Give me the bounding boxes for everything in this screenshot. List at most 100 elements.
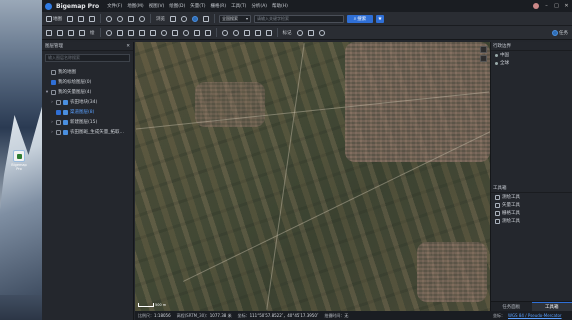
pin-tool-button[interactable] <box>105 28 113 37</box>
menu-view[interactable]: 视图(V) <box>149 3 165 9</box>
layer-visibility-checkbox[interactable] <box>51 79 56 85</box>
rectangle-icon <box>138 29 145 36</box>
layer-visibility-checkbox[interactable] <box>56 109 61 115</box>
minimize-icon[interactable]: – <box>544 3 549 9</box>
toolbox-item[interactable]: 测绘工具 <box>491 193 572 201</box>
image-tool-button[interactable] <box>204 28 212 37</box>
fullscreen-icon[interactable] <box>480 55 487 62</box>
layer-icon <box>63 129 68 135</box>
square-tool-button[interactable] <box>171 28 179 37</box>
chevron-right-icon[interactable]: › <box>50 120 54 125</box>
split-view-button[interactable] <box>169 14 177 23</box>
satellite-map[interactable]: 500 m <box>135 42 490 311</box>
chevron-right-icon[interactable]: › <box>50 100 54 105</box>
zoom-out-button[interactable] <box>116 14 124 23</box>
layer-visibility-checkbox[interactable] <box>51 89 56 95</box>
layer-visibility-checkbox[interactable] <box>56 129 61 135</box>
chevron-right-icon[interactable]: › <box>50 130 54 135</box>
mark-button[interactable]: 标记 <box>282 28 293 37</box>
delete-button[interactable] <box>265 28 273 37</box>
menu-analysis[interactable]: 分析(A) <box>251 3 267 9</box>
maximize-icon[interactable]: □ <box>554 3 559 9</box>
tab-toolbox[interactable]: 工具箱 <box>531 302 572 311</box>
redo-button[interactable] <box>232 28 240 37</box>
menu-file[interactable]: 文件(F) <box>107 3 122 9</box>
circle-tool-button[interactable] <box>160 28 168 37</box>
layer-tree-item[interactable]: ▾ 我的矢量图层(4) <box>45 87 130 97</box>
task-button[interactable]: 任务 <box>551 28 569 37</box>
measure-button[interactable] <box>127 14 135 23</box>
location-button[interactable] <box>138 14 146 23</box>
projection-link[interactable]: WGS 84 / Pseudo-Mercator <box>508 313 562 318</box>
close-icon[interactable]: ✕ <box>126 44 130 49</box>
circle-icon <box>160 29 167 36</box>
layer-tree-item[interactable]: › 新建图层(15) <box>45 117 130 127</box>
ellipse-tool-button[interactable] <box>182 28 190 37</box>
menu-help[interactable]: 帮助(H) <box>272 3 288 9</box>
layer-visibility-checkbox[interactable] <box>56 99 61 105</box>
download-button[interactable] <box>202 14 210 23</box>
map-button-label: 地图 <box>53 16 62 22</box>
globe-button[interactable] <box>191 14 199 23</box>
cursor-icon <box>57 29 63 36</box>
draw-label-button[interactable]: 绘 <box>89 28 96 37</box>
zoom-in-button[interactable] <box>105 14 113 23</box>
marker-button[interactable] <box>296 28 304 37</box>
settings-button[interactable] <box>318 28 326 37</box>
toolbox-item[interactable]: 栅格工具 <box>491 209 572 217</box>
layer-tree: 我的地图 我的标绘图层(0) ▾ 我的矢量图层(4) › 农田地块(34) 渠道图层(8) ›… <box>42 65 133 139</box>
toolbar-divider <box>214 14 215 23</box>
search-button-label: 搜索 <box>357 16 367 22</box>
select-tool-button[interactable] <box>56 28 64 37</box>
user-avatar[interactable] <box>533 3 539 9</box>
menu-map[interactable]: 地图(M) <box>127 3 143 9</box>
grid-tool-button[interactable] <box>77 14 85 23</box>
layer-tree-item[interactable]: › 农田地块(34) <box>45 97 130 107</box>
boundary-item-china[interactable]: 中国 <box>491 51 572 59</box>
menu-vector[interactable]: 矢量(T) <box>190 3 205 9</box>
close-icon[interactable]: ✕ <box>564 3 569 9</box>
layer-tree-item[interactable]: 渠道图层(8) <box>45 107 130 117</box>
layer-tree-item[interactable]: 我的地图 <box>45 67 130 77</box>
menu-draw[interactable]: 绘图(D) <box>169 3 185 9</box>
cut-button[interactable] <box>243 28 251 37</box>
favorite-button[interactable]: ★ <box>376 14 384 23</box>
export-button[interactable] <box>307 28 315 37</box>
boundary-item-global[interactable]: 全球 <box>491 59 572 67</box>
edit-tool-button[interactable] <box>78 28 86 37</box>
draw-tool-button[interactable] <box>67 28 75 37</box>
compare-button[interactable] <box>180 14 188 23</box>
text-tool-button[interactable] <box>193 28 201 37</box>
desktop-app-shortcut[interactable]: Bigemap Pro <box>9 150 29 171</box>
curve-tool-button[interactable] <box>127 28 135 37</box>
undo-button[interactable] <box>221 28 229 37</box>
compass-icon[interactable] <box>480 46 487 53</box>
merge-button[interactable] <box>254 28 262 37</box>
menu-raster[interactable]: 栅格(R) <box>211 3 227 9</box>
layer-search-input[interactable]: 输入图层名称搜索 <box>45 54 130 62</box>
layer-visibility-checkbox[interactable] <box>51 69 56 75</box>
tab-task-panel[interactable]: 任务面板 <box>491 302 532 311</box>
search-button[interactable]: ⌕ 搜索 <box>347 14 373 23</box>
line-tool-button[interactable] <box>88 14 96 23</box>
layer-tree-item[interactable]: 我的标绘图层(0) <box>45 77 130 87</box>
menu-tools[interactable]: 工具(T) <box>231 3 246 9</box>
scale-bar: 500 m <box>138 303 166 307</box>
toolbox-item-label: 栅格工具 <box>502 211 520 216</box>
search-scope-select[interactable]: 全国搜索 ▾ <box>219 14 251 23</box>
layer-visibility-checkbox[interactable] <box>56 119 61 125</box>
layer-tool-button[interactable] <box>66 14 74 23</box>
raster-icon <box>495 210 500 216</box>
layer-icon <box>63 119 68 125</box>
toolbox-item[interactable]: 矢量工具 <box>491 201 572 209</box>
polygon-tool-button[interactable] <box>149 28 157 37</box>
rect-tool-button[interactable] <box>138 28 146 37</box>
map-button[interactable]: 地图 <box>45 14 63 23</box>
chevron-down-icon[interactable]: ▾ <box>45 90 49 95</box>
hand-tool-button[interactable] <box>45 28 53 37</box>
toolbox-item[interactable]: 测绘工具 <box>491 217 572 225</box>
layer-tree-item[interactable]: › 农田图斑_生成矢量_拓取… <box>45 127 130 137</box>
polyline-tool-button[interactable] <box>116 28 124 37</box>
browse-button[interactable]: 浏览 <box>155 14 166 23</box>
search-input[interactable]: 请输入关键字检索 <box>254 14 344 23</box>
